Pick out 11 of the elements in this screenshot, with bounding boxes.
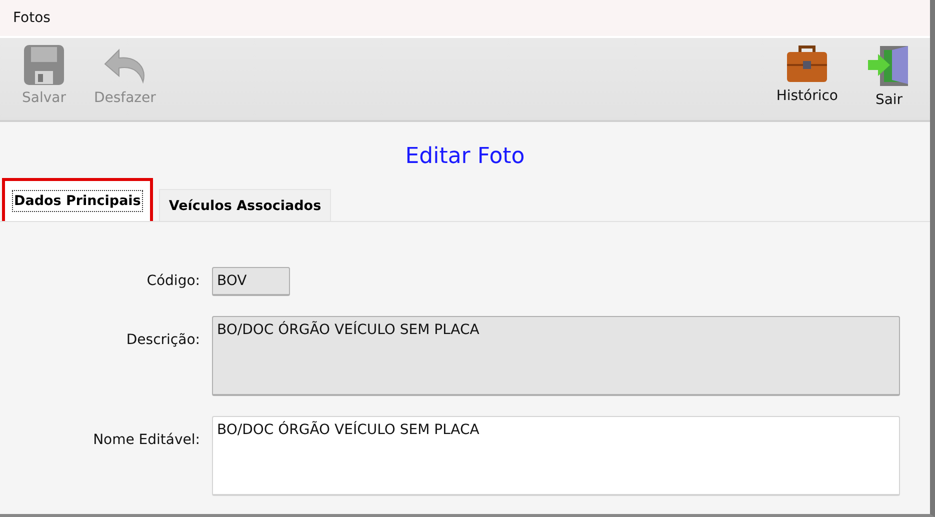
briefcase-icon xyxy=(785,44,830,84)
tab[interactable]: Veículos Associados xyxy=(158,189,332,221)
window-title: Fotos xyxy=(13,10,50,26)
tab[interactable]: Dados Principais xyxy=(2,178,153,221)
field-label: Descrição: xyxy=(125,331,200,350)
field-label: Nome Editável: xyxy=(92,431,200,450)
exit-button[interactable]: Sair xyxy=(862,38,916,120)
field-label: Código: xyxy=(146,272,200,291)
text-field[interactable]: BO/DOC ÓRGÃO VEÍCULO SEM PLACA xyxy=(212,416,900,496)
history-button[interactable]: Histórico xyxy=(772,38,842,120)
form-heading: Editar Foto xyxy=(404,144,526,171)
